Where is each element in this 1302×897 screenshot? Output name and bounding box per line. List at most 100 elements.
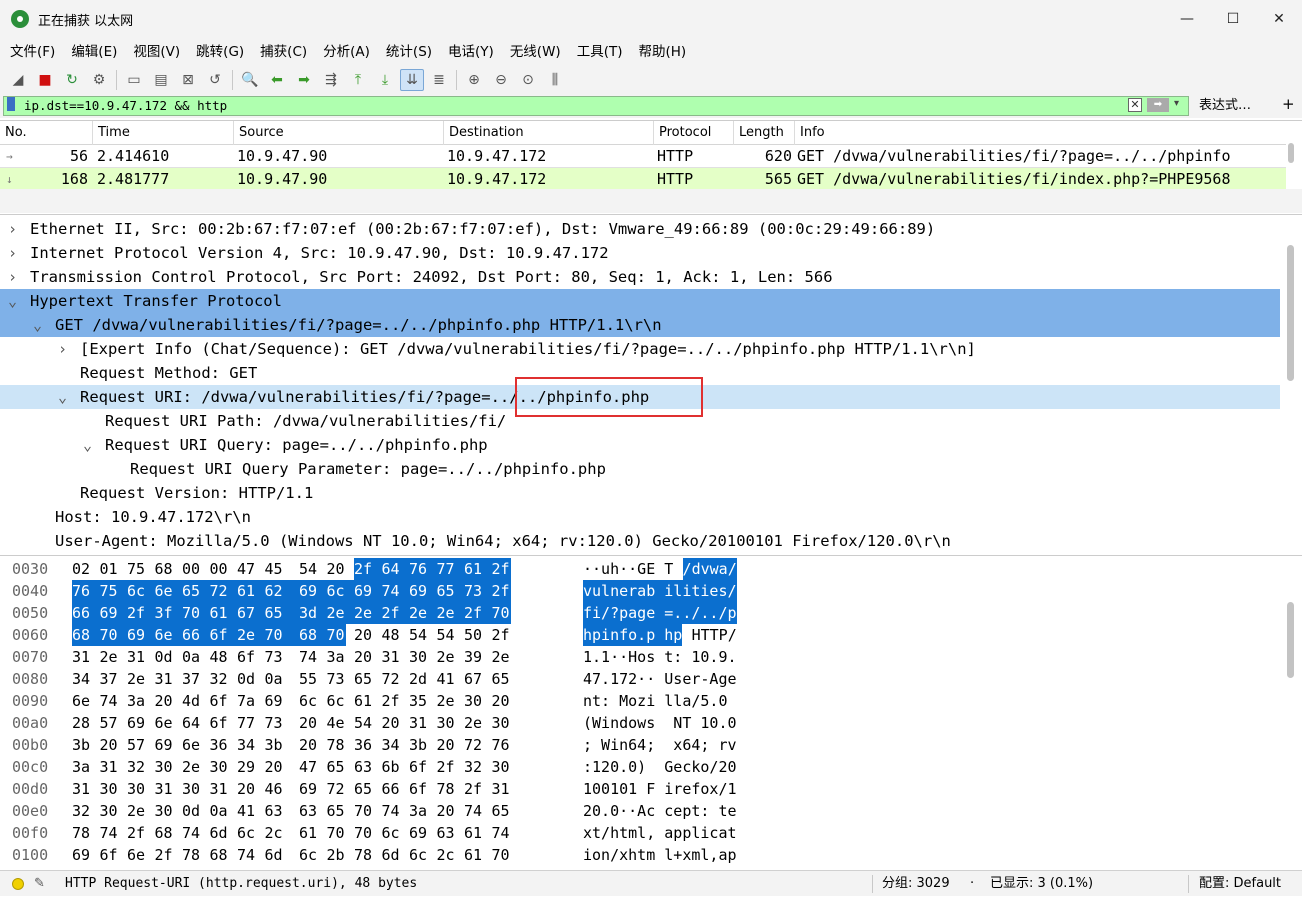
hex-byte[interactable]: 68 xyxy=(155,822,183,844)
hex-byte[interactable]: 69 xyxy=(409,580,437,602)
filter-bookmark-icon[interactable] xyxy=(7,97,15,111)
hex-byte[interactable]: 30 xyxy=(155,756,183,778)
hex-byte[interactable]: 41 xyxy=(437,668,465,690)
expert-info-indicator-icon[interactable] xyxy=(12,878,24,890)
ascii-text[interactable]: :120.0) Gecko/20 xyxy=(583,756,737,778)
detail-tree-item[interactable]: Request Version: HTTP/1.1 xyxy=(0,481,1280,505)
filter-history-dropdown[interactable]: ▾ xyxy=(1174,98,1179,109)
hex-byte[interactable]: 31 xyxy=(72,778,100,800)
column-header-info[interactable]: Info xyxy=(795,121,1286,145)
hex-byte[interactable]: 61 xyxy=(464,844,492,866)
hex-byte[interactable]: 61 xyxy=(354,690,382,712)
hex-byte[interactable]: 30 xyxy=(182,778,210,800)
ascii-text[interactable]: 1.1··Hos t: 10.9. xyxy=(583,646,737,668)
hex-byte[interactable]: 70 xyxy=(492,844,511,866)
hex-byte[interactable]: 70 xyxy=(182,602,210,624)
hex-byte[interactable]: 3a xyxy=(409,800,437,822)
hex-byte[interactable]: 20 xyxy=(492,690,511,712)
hex-byte[interactable]: 6d xyxy=(382,844,410,866)
hex-byte[interactable]: 2e xyxy=(127,668,155,690)
packet-row[interactable]: ↓ 168 2.481777 10.9.47.90 10.9.47.172 HTTP 565… xyxy=(0,168,1286,191)
hex-byte[interactable]: 54 xyxy=(409,624,437,646)
hex-byte[interactable]: 64 xyxy=(381,558,409,580)
details-scrollbar[interactable] xyxy=(1287,245,1294,381)
detail-tree-item[interactable]: ⌄ Request URI Query: page=../../phpinfo.p… xyxy=(0,433,1280,457)
hex-byte[interactable]: 69 xyxy=(299,778,327,800)
hex-byte[interactable]: 4e xyxy=(327,712,355,734)
hex-byte[interactable]: 73 xyxy=(464,580,492,602)
display-filter-input[interactable]: ip.dst==10.9.47.172 && http xyxy=(3,96,1189,116)
hex-byte[interactable]: 63 xyxy=(265,800,300,822)
menu-item-3[interactable]: 跳转(G) xyxy=(188,38,252,66)
hex-byte[interactable]: 0d xyxy=(237,668,265,690)
ascii-text[interactable]: ion/xhtm l+xml,ap xyxy=(583,844,737,866)
hex-byte[interactable]: 74 xyxy=(464,800,492,822)
ascii-text[interactable]: 100101 F irefox/1 xyxy=(583,778,737,800)
hex-byte[interactable]: 20 xyxy=(354,624,382,646)
column-header-length[interactable]: Length xyxy=(734,121,795,145)
hex-byte[interactable]: 70 xyxy=(491,602,511,624)
hex-byte[interactable]: 72 xyxy=(464,734,492,756)
hex-byte[interactable]: 01 xyxy=(100,558,128,580)
colorize-icon[interactable]: ≣ xyxy=(427,69,451,91)
hex-byte[interactable]: 61 xyxy=(299,822,327,844)
auto-scroll-icon[interactable]: ⇊ xyxy=(400,69,424,91)
hex-byte[interactable]: 63 xyxy=(299,800,327,822)
hex-byte[interactable]: 6c xyxy=(127,580,155,602)
ascii-text[interactable]: nt: Mozi lla/5.0 xyxy=(583,690,737,712)
hex-byte[interactable]: 69 xyxy=(354,580,382,602)
hex-byte[interactable]: 31 xyxy=(210,778,238,800)
expand-arrow-icon[interactable]: › xyxy=(58,337,67,361)
hex-byte[interactable]: 30 xyxy=(127,778,155,800)
hex-byte[interactable]: 31 xyxy=(155,778,183,800)
detail-tree-item[interactable]: Request URI Query Parameter: page=../../… xyxy=(0,457,1280,481)
hex-byte[interactable]: 6e xyxy=(127,844,155,866)
hex-byte[interactable]: 2e xyxy=(492,646,511,668)
minimize-button[interactable]: — xyxy=(1164,0,1210,38)
packet-list-scrollbar[interactable] xyxy=(1288,143,1294,163)
hex-byte[interactable]: 37 xyxy=(182,668,210,690)
collapse-arrow-icon[interactable]: ⌄ xyxy=(33,313,42,337)
hex-byte[interactable]: 32 xyxy=(210,668,238,690)
hex-byte[interactable]: 70 xyxy=(354,822,382,844)
hex-byte[interactable]: 55 xyxy=(299,668,327,690)
hex-byte[interactable]: 66 xyxy=(182,624,210,646)
normal-size-icon[interactable]: ⊙ xyxy=(516,69,540,91)
hex-byte[interactable]: 41 xyxy=(237,800,265,822)
hex-byte[interactable]: 20 xyxy=(155,690,183,712)
hex-byte[interactable]: 67 xyxy=(237,602,265,624)
hex-byte[interactable]: 0a xyxy=(182,646,210,668)
hex-byte[interactable]: 72 xyxy=(327,778,355,800)
hex-byte[interactable]: 2f xyxy=(437,756,465,778)
hex-byte[interactable]: 20 xyxy=(265,756,300,778)
hex-byte[interactable]: 46 xyxy=(265,778,300,800)
hex-byte[interactable]: 30 xyxy=(437,712,465,734)
hex-byte[interactable]: 69 xyxy=(265,690,300,712)
ascii-text-selected[interactable]: hpinfo.p hp xyxy=(583,624,683,646)
ascii-text[interactable]: xt/html, applicat xyxy=(583,822,737,844)
collapse-arrow-icon[interactable]: ⌄ xyxy=(8,289,17,313)
ascii-text[interactable]: HTTP/ xyxy=(683,624,737,646)
hex-byte[interactable]: 2e xyxy=(436,602,464,624)
hex-byte[interactable]: 72 xyxy=(209,580,237,602)
hex-byte[interactable]: 63 xyxy=(354,756,382,778)
detail-tree-item[interactable]: Host: 10.9.47.172\r\n xyxy=(0,505,1280,529)
hex-byte[interactable]: 31 xyxy=(100,756,128,778)
go-to-packet-icon[interactable]: ⇶ xyxy=(319,69,343,91)
add-filter-button[interactable]: + xyxy=(1282,95,1295,113)
hex-byte[interactable]: 20 xyxy=(299,734,327,756)
hex-byte[interactable]: 50 xyxy=(464,624,492,646)
pane-splitter[interactable] xyxy=(0,189,1302,213)
ascii-text-selected[interactable]: /dvwa/ xyxy=(682,558,737,580)
hex-byte[interactable]: 20 xyxy=(382,712,410,734)
hex-byte[interactable]: 0a xyxy=(210,800,238,822)
column-header-destination[interactable]: Destination xyxy=(444,121,654,145)
hex-byte[interactable]: 69 xyxy=(99,602,127,624)
hex-byte[interactable]: 36 xyxy=(210,734,238,756)
hex-byte[interactable]: 32 xyxy=(464,756,492,778)
hex-byte[interactable]: 3b xyxy=(265,734,300,756)
hex-byte[interactable]: 78 xyxy=(437,778,465,800)
hex-byte[interactable]: 6f xyxy=(209,624,237,646)
hex-byte[interactable]: 2f xyxy=(127,602,155,624)
hex-byte[interactable]: 3a xyxy=(327,646,355,668)
